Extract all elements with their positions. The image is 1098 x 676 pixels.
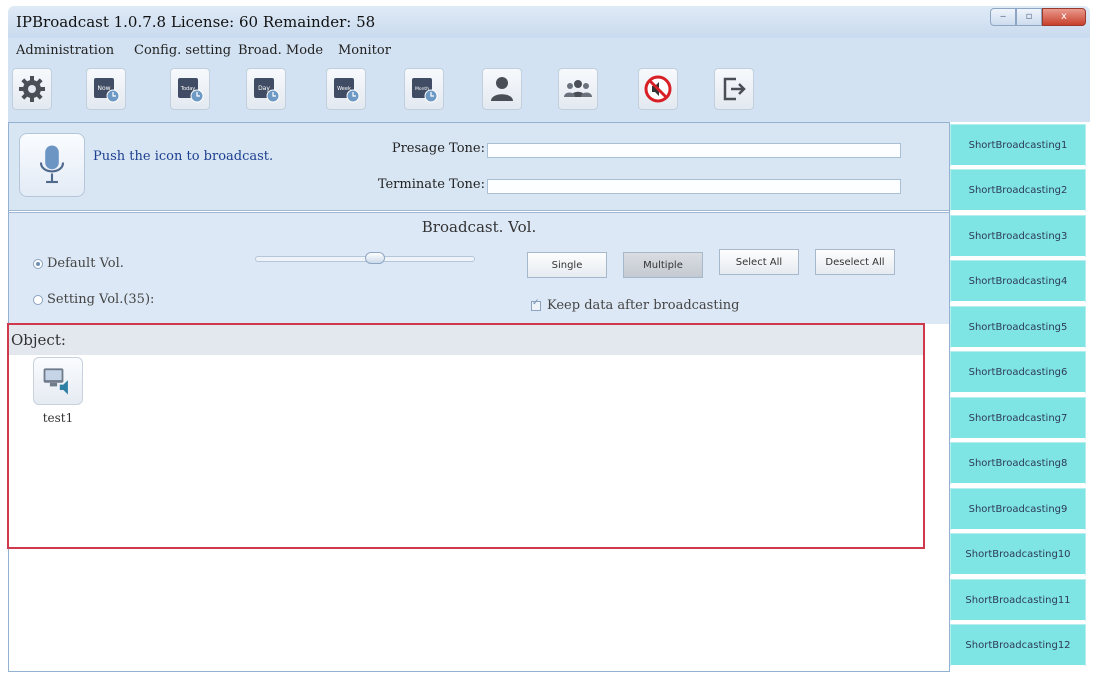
- single-button[interactable]: Single: [527, 252, 607, 278]
- short-broadcast-4[interactable]: ShortBroadcasting4: [950, 260, 1086, 303]
- menu-monitor[interactable]: Monitor: [338, 43, 391, 58]
- keep-data-label: Keep data after broadcasting: [547, 298, 740, 313]
- broadcast-panel: Push the icon to broadcast. Presage Tone…: [9, 123, 949, 211]
- exit-icon: [723, 77, 746, 101]
- keep-data-checkbox[interactable]: [531, 298, 541, 311]
- mute-icon: [644, 75, 672, 103]
- window-title: IPBroadcast 1.0.7.8 License: 60 Remainde…: [16, 13, 376, 31]
- terminate-tone-field[interactable]: [487, 179, 901, 194]
- short-broadcast-3[interactable]: ShortBroadcasting3: [950, 215, 1086, 258]
- minimize-button[interactable]: ‒: [990, 8, 1016, 26]
- window-controls: ‒ ▫ x: [990, 8, 1086, 26]
- object-label: test1: [42, 411, 74, 425]
- close-button[interactable]: x: [1042, 8, 1086, 26]
- short-broadcast-9[interactable]: ShortBroadcasting9: [950, 488, 1086, 531]
- schedule-week-button[interactable]: Week: [326, 68, 366, 110]
- terminate-tone-label: Terminate Tone:: [377, 177, 485, 192]
- maximize-button[interactable]: ▫: [1016, 8, 1042, 26]
- svg-text:Day: Day: [258, 85, 270, 92]
- exit-button[interactable]: [714, 68, 754, 110]
- default-volume-option[interactable]: Default Vol.: [33, 256, 124, 271]
- microphone-icon: [39, 145, 65, 184]
- schedule-today-button[interactable]: Today: [170, 68, 210, 110]
- gear-icon: [19, 76, 45, 102]
- short-broadcast-6[interactable]: ShortBroadcasting6: [950, 351, 1086, 394]
- stop-broadcast-button[interactable]: [638, 68, 678, 110]
- object-item[interactable]: test1: [33, 357, 83, 425]
- object-header-label: Object:: [11, 331, 66, 349]
- title-bar: IPBroadcast 1.0.7.8 License: 60 Remainde…: [8, 6, 1090, 38]
- calendar-week-icon: Week: [334, 78, 360, 103]
- volume-panel: Broadcast. Vol. Default Vol. Setting Vol…: [9, 212, 949, 324]
- menu-broad-mode[interactable]: Broad. Mode: [238, 43, 323, 58]
- menu-administration[interactable]: Administration: [16, 43, 114, 58]
- schedule-month-button[interactable]: Month: [404, 68, 444, 110]
- calendar-month-icon: Month: [412, 78, 438, 103]
- broadcast-mic-button[interactable]: [19, 133, 85, 197]
- volume-slider-thumb[interactable]: [365, 252, 385, 264]
- schedule-now-button[interactable]: Now: [86, 68, 126, 110]
- multiple-button[interactable]: Multiple: [623, 252, 703, 278]
- short-broadcast-11[interactable]: ShortBroadcasting11: [950, 579, 1086, 622]
- settings-button[interactable]: [12, 68, 52, 110]
- radio-default-volume[interactable]: [33, 258, 43, 269]
- default-volume-label: Default Vol.: [47, 256, 124, 271]
- user-button[interactable]: [482, 68, 522, 110]
- toolbar: Now Today Day Week Month: [8, 64, 1090, 122]
- calendar-now-icon: Now: [94, 78, 120, 103]
- keep-data-option[interactable]: Keep data after broadcasting: [531, 298, 739, 313]
- calendar-day-icon: Day: [254, 78, 280, 103]
- setting-volume-label: Setting Vol.(35):: [47, 292, 155, 307]
- users-icon: [564, 80, 592, 97]
- short-broadcast-1[interactable]: ShortBroadcasting1: [950, 124, 1086, 167]
- short-broadcast-5[interactable]: ShortBroadcasting5: [950, 306, 1086, 349]
- short-broadcast-10[interactable]: ShortBroadcasting10: [950, 533, 1086, 576]
- object-panel: Object: test1: [7, 323, 925, 549]
- calendar-today-icon: Today: [178, 78, 204, 103]
- svg-text:Now: Now: [97, 85, 110, 92]
- user-icon: [491, 77, 513, 101]
- deselect-all-button[interactable]: Deselect All: [815, 249, 895, 275]
- menu-config-setting[interactable]: Config. setting: [134, 43, 231, 58]
- select-all-button[interactable]: Select All: [719, 249, 799, 275]
- group-button[interactable]: [558, 68, 598, 110]
- presage-tone-field[interactable]: [487, 143, 901, 158]
- speaker-monitor-icon: [33, 357, 83, 405]
- schedule-day-button[interactable]: Day: [246, 68, 286, 110]
- main-panel: Push the icon to broadcast. Presage Tone…: [7, 122, 950, 672]
- push-instruction: Push the icon to broadcast.: [93, 149, 274, 164]
- short-broadcast-8[interactable]: ShortBroadcasting8: [950, 442, 1086, 485]
- app-window: IPBroadcast 1.0.7.8 License: 60 Remainde…: [0, 0, 1098, 676]
- short-broadcast-7[interactable]: ShortBroadcasting7: [950, 397, 1086, 440]
- radio-setting-volume[interactable]: [33, 294, 43, 305]
- object-header: Object:: [9, 325, 923, 355]
- volume-title: Broadcast. Vol.: [421, 218, 537, 236]
- short-broadcast-2[interactable]: ShortBroadcasting2: [950, 169, 1086, 212]
- short-broadcast-12[interactable]: ShortBroadcasting12: [950, 624, 1086, 667]
- presage-tone-label: Presage Tone:: [391, 141, 485, 156]
- short-broadcast-list: ShortBroadcasting1 ShortBroadcasting2 Sh…: [950, 124, 1086, 672]
- menu-bar: Administration Config. setting Broad. Mo…: [8, 38, 1090, 64]
- setting-volume-option[interactable]: Setting Vol.(35):: [33, 292, 154, 307]
- divider: [9, 212, 949, 213]
